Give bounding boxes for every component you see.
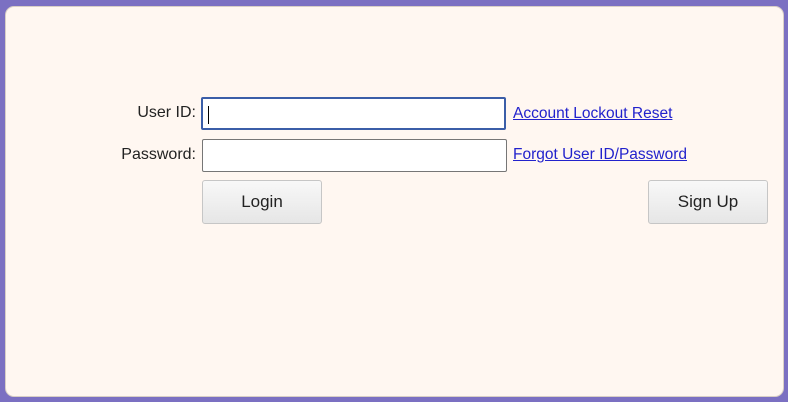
password-input[interactable]	[202, 139, 507, 172]
user-id-input[interactable]	[201, 97, 506, 130]
forgot-user-id-password-link[interactable]: Forgot User ID/Password	[513, 146, 687, 164]
sign-up-button[interactable]: Sign Up	[648, 180, 768, 224]
window-frame: User ID: Account Lockout Reset Password:…	[0, 0, 788, 402]
login-button[interactable]: Login	[202, 180, 322, 224]
text-caret	[208, 106, 209, 124]
user-id-label: User ID:	[137, 104, 196, 121]
account-lockout-reset-link[interactable]: Account Lockout Reset	[513, 105, 672, 123]
login-panel: User ID: Account Lockout Reset Password:…	[5, 6, 784, 397]
password-label: Password:	[121, 146, 196, 163]
